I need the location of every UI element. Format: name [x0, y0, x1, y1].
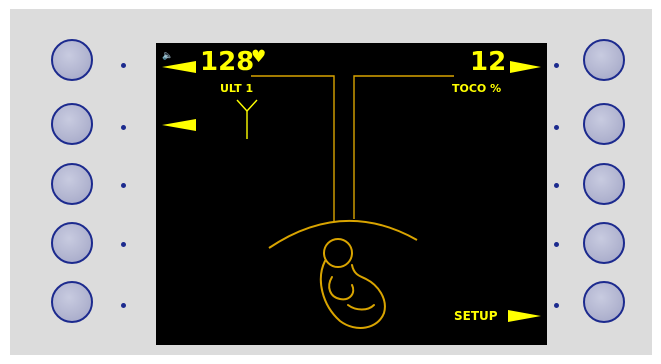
setup-arrow — [508, 310, 541, 322]
heart-icon: ♥ — [251, 47, 267, 67]
left-softkey-4[interactable] — [51, 222, 93, 264]
setup-label: SETUP — [454, 309, 498, 323]
toco-label: TOCO % — [452, 82, 502, 95]
right-softkey-5[interactable] — [583, 281, 625, 323]
left-softkey-5[interactable] — [51, 281, 93, 323]
right-softkey-3-indicator — [554, 183, 559, 188]
left-softkey-1-arrow — [162, 61, 196, 73]
right-softkey-5-indicator — [554, 303, 559, 308]
right-softkey-1[interactable] — [583, 39, 625, 81]
right-softkey-2-indicator — [554, 125, 559, 130]
right-softkey-4-indicator — [554, 242, 559, 247]
left-softkey-1-indicator — [121, 63, 126, 68]
right-softkey-1-indicator — [554, 63, 559, 68]
left-softkey-4-indicator — [121, 242, 126, 247]
left-softkey-3-indicator — [121, 183, 126, 188]
fetus-icon — [319, 238, 386, 329]
fhr-value: 128 — [200, 47, 255, 77]
left-softkey-5-indicator — [121, 303, 126, 308]
antenna-icon — [236, 99, 258, 139]
left-softkey-1[interactable] — [51, 39, 93, 81]
right-softkey-2[interactable] — [583, 103, 625, 145]
left-softkey-3[interactable] — [51, 163, 93, 205]
left-softkey-2-arrow — [162, 119, 196, 131]
right-softkey-4[interactable] — [583, 222, 625, 264]
toco-value: 12 — [470, 47, 507, 77]
toco-connector-line — [353, 75, 454, 219]
left-softkey-2[interactable] — [51, 103, 93, 145]
left-softkey-2-indicator — [121, 125, 126, 130]
right-softkey-1-arrow — [510, 61, 541, 73]
fhr-connector-line — [251, 75, 335, 221]
fhr-source-label: ULT 1 — [220, 82, 254, 95]
speaker-icon: 🔈 — [162, 51, 174, 61]
display-screen: 🔈 128 ♥ ULT 1 12 TOCO % SETUP — [156, 43, 547, 345]
abdomen-arc — [268, 219, 418, 249]
right-softkey-3[interactable] — [583, 163, 625, 205]
monitor-panel: 🔈 128 ♥ ULT 1 12 TOCO % SETUP — [10, 9, 652, 355]
